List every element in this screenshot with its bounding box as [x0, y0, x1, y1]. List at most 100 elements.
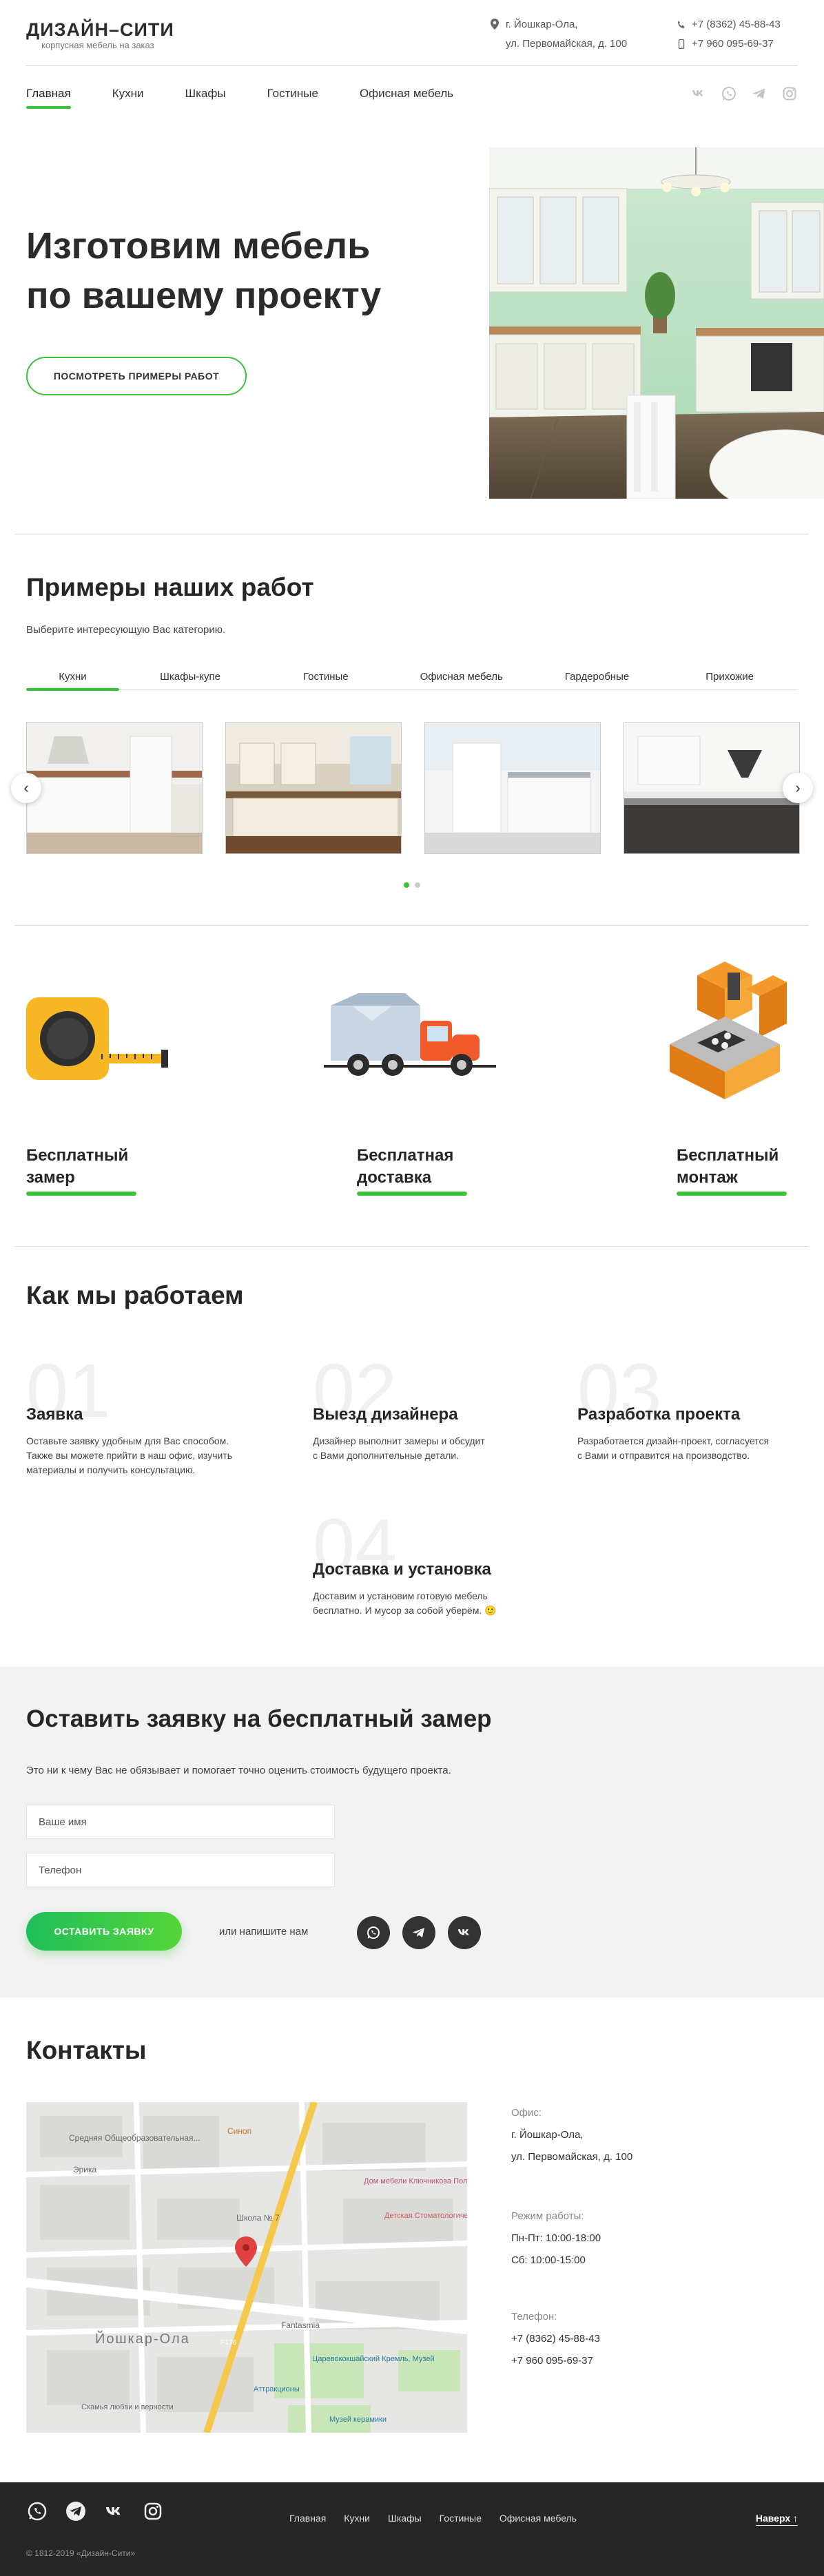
works-title: Примеры наших работ [26, 573, 314, 601]
footer-social-links [26, 2500, 164, 2526]
feature-1-title: Бесплатный замер [26, 1146, 129, 1187]
hero-title-line-2: по вашему проекту [26, 271, 467, 320]
contacts-phone-2[interactable]: +7 960 095-69-37 [511, 2350, 600, 2372]
gallery-prev-arrow[interactable]: ‹ [11, 773, 41, 803]
tape-measure-icon [26, 997, 168, 1083]
nav-item-2[interactable]: Кухни [112, 87, 144, 109]
footer-nav-item-2[interactable]: Кухни [344, 2513, 370, 2524]
request-title: Оставить заявку на бесплатный замер [26, 1705, 492, 1732]
tab-3[interactable]: Гостиные [261, 665, 390, 689]
map-label-road: Р176 [220, 2339, 237, 2347]
copyright: © 1812-2019 «Дизайн-Сити» [26, 2548, 136, 2558]
footer-nav-item-1[interactable]: Главная [289, 2513, 326, 2524]
map-label-school7: Школа № 7 [236, 2213, 280, 2223]
pagination-dot-1[interactable] [404, 882, 409, 888]
telegram-icon[interactable] [65, 2500, 87, 2526]
feature-3-title: Бесплатный монтаж [677, 1146, 779, 1187]
view-examples-button[interactable]: ПОСМОТРЕТЬ ПРИМЕРЫ РАБОТ [26, 357, 247, 395]
map-label-dental: Детская Стоматологическая... [384, 2212, 467, 2220]
telegram-icon[interactable] [402, 1916, 435, 1949]
how-we-work-section: Как мы работаем 01 Заявка Оставьте заявк… [0, 1247, 824, 1667]
step-3-text: Разработается дизайн-проект, согласуется… [577, 1435, 770, 1461]
whatsapp-icon[interactable] [721, 85, 737, 102]
step-3-title: Разработка проекта [577, 1405, 741, 1424]
delivery-truck-icon [324, 993, 496, 1088]
works-gallery [26, 722, 800, 854]
gallery-pagination [404, 882, 420, 888]
whatsapp-icon[interactable] [357, 1916, 390, 1949]
map-label-sinop: Синоп [227, 2126, 251, 2136]
name-input[interactable]: Ваше имя [26, 1805, 335, 1839]
phone-input[interactable]: Телефон [26, 1853, 335, 1887]
mobile-phone-icon [678, 39, 685, 49]
address-line-1: г. Йошкар-Ола, [506, 19, 578, 30]
nav-social-links [690, 85, 798, 102]
tab-4[interactable]: Офисная мебель [391, 665, 533, 689]
site-header: ДИЗАЙН–СИТИ корпусная мебель на заказ г.… [0, 0, 824, 66]
hero-title: Изготовим мебель по вашему проекту [26, 221, 467, 320]
tab-2[interactable]: Шкафы-купе [119, 665, 261, 689]
works-subtitle: Выберите интересующую Вас категорию. [26, 624, 226, 636]
step-4-title: Доставка и установка [313, 1560, 491, 1579]
vk-icon[interactable] [690, 85, 707, 102]
step-1-text: Оставьте заявку удобным для Вас способом… [26, 1435, 233, 1475]
location-pin-icon [491, 19, 499, 30]
feature-1-accent-bar [26, 1192, 136, 1196]
step-4-text: Доставим и установим готовую мебель беспл… [313, 1590, 497, 1616]
header-phone-1[interactable]: +7 (8362) 45-88-43 [692, 15, 781, 34]
main-nav: Главная Кухни Шкафы Гостиные Офисная мебель [0, 66, 824, 121]
header-phone-2[interactable]: +7 960 095-69-37 [692, 34, 774, 54]
features-section: Бесплатный замер Бесплатная доставка Бес… [0, 926, 824, 1247]
logo-title[interactable]: ДИЗАЙН–СИТИ [26, 19, 174, 41]
map-label-attractions: Аттракционы [254, 2385, 300, 2393]
map-label-erika: Эрика [73, 2165, 97, 2174]
step-1-title: Заявка [26, 1405, 83, 1424]
map-label-city: Йошкар-Ола [95, 2330, 190, 2347]
telegram-icon[interactable] [751, 85, 768, 102]
map-label-fantasmia: Fantasmia [281, 2320, 320, 2330]
gallery-next-arrow[interactable]: › [783, 773, 813, 803]
gallery-photo-2[interactable] [225, 722, 402, 854]
tab-6[interactable]: Прихожие [661, 665, 798, 689]
map-label-ceramics: Музей керамики [329, 2416, 387, 2424]
back-to-top-link[interactable]: Наверх ↑ [755, 2513, 798, 2526]
footer-nav-item-5[interactable]: Офисная мебель [499, 2513, 577, 2524]
vk-icon[interactable] [103, 2500, 125, 2526]
vk-icon[interactable] [448, 1916, 481, 1949]
contacts-phone-1[interactable]: +7 (8362) 45-88-43 [511, 2328, 600, 2350]
or-write-us-text: или напишите нам [219, 1926, 309, 1938]
tab-5[interactable]: Гардеробные [533, 665, 661, 689]
instagram-icon[interactable] [781, 85, 798, 102]
feature-2-accent-bar [357, 1192, 467, 1196]
kitchen-assembly-icon [670, 962, 801, 1107]
step-2-title: Выезд дизайнера [313, 1405, 458, 1424]
gallery-photo-3[interactable] [424, 722, 601, 854]
nav-item-5[interactable]: Офисная мебель [360, 87, 453, 109]
footer-nav-item-3[interactable]: Шкафы [388, 2513, 422, 2524]
contacts-map[interactable]: Средняя Общеобразовательная... Синоп Эри… [26, 2102, 467, 2433]
header-phones: +7 (8362) 45-88-43 +7 960 095-69-37 [677, 15, 781, 54]
map-label-dom-mebeli: Дом мебели Ключникова Полянская [364, 2177, 467, 2185]
tab-1[interactable]: Кухни [26, 665, 119, 691]
contacts-office: Офис: г. Йошкар-Ола, ул. Первомайская, д… [511, 2107, 633, 2163]
contacts-phones: Телефон: +7 (8362) 45-88-43 +7 960 095-6… [511, 2306, 600, 2372]
logo-subtitle: корпусная мебель на заказ [41, 40, 154, 50]
nav-item-3[interactable]: Шкафы [185, 87, 226, 109]
submit-request-button[interactable]: ОСТАВИТЬ ЗАЯВКУ [26, 1912, 182, 1951]
whatsapp-icon[interactable] [26, 2500, 48, 2526]
feature-3-accent-bar [677, 1192, 787, 1196]
nav-item-1[interactable]: Главная [26, 87, 71, 109]
hero-title-line-1: Изготовим мебель [26, 225, 371, 267]
gallery-photo-4[interactable] [624, 722, 800, 854]
nav-item-4[interactable]: Гостиные [267, 87, 318, 109]
hero-section: Изготовим мебель по вашему проекту ПОСМО… [0, 121, 824, 534]
instagram-icon[interactable] [142, 2500, 164, 2526]
phone-icon [678, 21, 685, 28]
site-footer: Главная Кухни Шкафы Гостиные Офисная мебель … [0, 2482, 824, 2576]
pagination-dot-2[interactable] [415, 882, 420, 888]
gallery-photo-1[interactable] [26, 722, 203, 854]
request-social-links [357, 1916, 481, 1949]
contacts-hours: Режим работы: Пн-Пт: 10:00-18:00 Сб: 10:… [511, 2210, 601, 2266]
footer-nav-item-4[interactable]: Гостиные [440, 2513, 482, 2524]
request-section: Оставить заявку на бесплатный замер Это … [0, 1667, 824, 1997]
